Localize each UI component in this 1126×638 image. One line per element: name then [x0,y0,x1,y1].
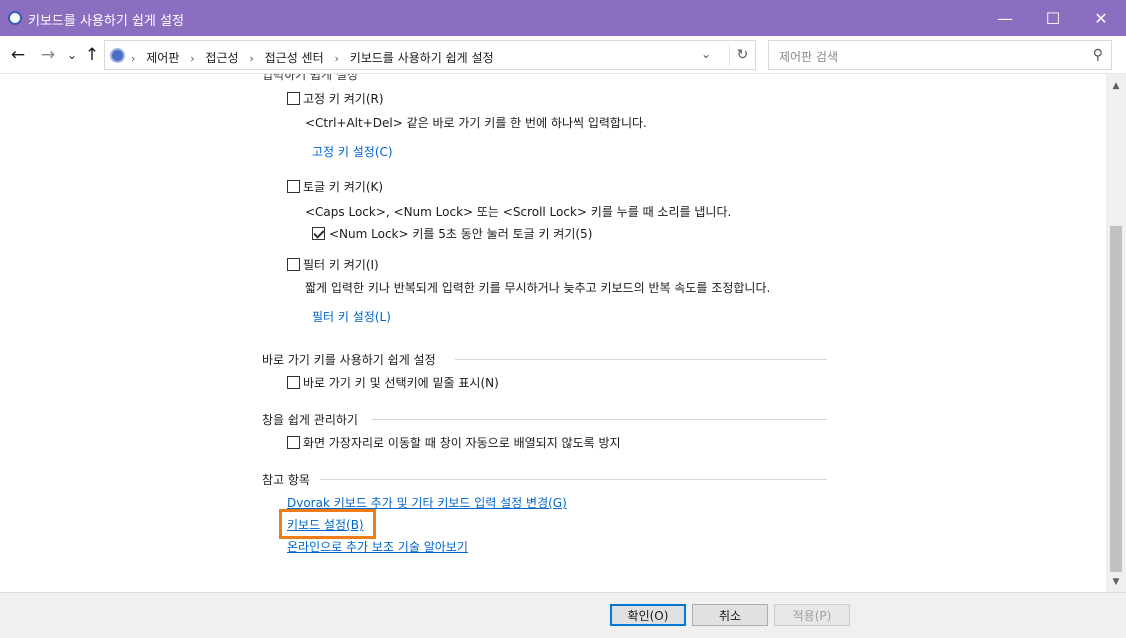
highlight-box [279,509,376,539]
control-panel-icon [110,48,125,63]
toggle-keys-description: <Caps Lock>, <Num Lock> 또는 <Scroll Lock>… [305,205,732,219]
cancel-button[interactable]: 취소 [692,604,768,626]
main-content: 입력하기 쉽게 설정 고정 키 켜기(R) <Ctrl+Alt+Del> 같은 … [0,74,1106,592]
filter-keys-settings-link[interactable]: 필터 키 설정(L) [312,308,391,325]
maximize-button[interactable]: ☐ [1030,0,1076,36]
back-arrow-icon[interactable]: ← [8,45,28,65]
breadcrumb-ease-of-access-center[interactable]: 접근성 센터 [265,51,324,65]
apply-button[interactable]: 적용(P) [774,604,850,626]
prevent-snap-checkbox[interactable] [287,436,300,449]
search-input[interactable]: 제어판 검색 [779,48,838,65]
scrollbar-thumb[interactable] [1110,226,1122,572]
breadcrumb: › 제어판 › 접근성 › 접근성 센터 › 키보드를 사용하기 쉽게 설정 [131,49,501,66]
forward-arrow-icon[interactable]: → [38,45,58,65]
underline-shortcuts-checkbox[interactable] [287,376,300,389]
scroll-up-arrow-icon[interactable]: ▲ [1106,78,1126,94]
section-heading-shortcuts: 바로 가기 키를 사용하기 쉽게 설정 [262,353,436,367]
toggle-keys-checkbox[interactable] [287,180,300,193]
num-lock-toggle-label[interactable]: <Num Lock> 키를 5초 동안 눌러 토글 키 켜기(5) [329,225,592,242]
title-bar: 키보드를 사용하기 쉽게 설정 — ☐ ✕ [0,0,1126,36]
sticky-keys-settings-link[interactable]: 고정 키 설정(C) [312,143,393,160]
section-divider [372,419,827,420]
sticky-keys-label[interactable]: 고정 키 켜기(R) [303,90,384,107]
online-assistive-tech-link[interactable]: 온라인으로 추가 보조 기술 알아보기 [287,538,468,555]
breadcrumb-separator-icon[interactable]: › [131,52,135,65]
address-bar[interactable]: › 제어판 › 접근성 › 접근성 센터 › 키보드를 사용하기 쉽게 설정 ⌄… [104,40,756,70]
section-heading-typing: 입력하기 쉽게 설정 [262,74,358,82]
up-arrow-icon[interactable]: ↑ [82,45,102,65]
ok-button[interactable]: 확인(O) [610,604,686,626]
breadcrumb-separator-icon[interactable]: › [190,52,194,65]
section-heading-see-also: 참고 항목 [262,473,310,487]
section-divider [455,359,827,360]
refresh-icon[interactable]: ↻ [729,44,755,66]
breadcrumb-separator-icon[interactable]: › [334,52,338,65]
accessibility-app-icon [8,11,22,25]
toggle-keys-label[interactable]: 토글 키 켜기(K) [303,178,383,195]
filter-keys-description: 짧게 입력한 키나 반복되게 입력한 키를 무시하거나 늦추고 키보드의 반복 … [305,281,771,295]
dialog-footer: 확인(O) 취소 적용(P) [0,592,1126,638]
recent-locations-chevron-icon[interactable]: ⌄ [62,45,82,65]
search-icon[interactable]: ⚲ [1093,47,1103,63]
section-heading-windows: 창을 쉽게 관리하기 [262,413,358,427]
navigation-bar: ← → ⌄ ↑ › 제어판 › 접근성 › 접근성 센터 › 키보드를 사용하기… [0,36,1126,74]
breadcrumb-keyboard-settings[interactable]: 키보드를 사용하기 쉽게 설정 [350,51,494,65]
filter-keys-checkbox[interactable] [287,258,300,271]
filter-keys-label[interactable]: 필터 키 켜기(I) [303,256,379,273]
breadcrumb-accessibility[interactable]: 접근성 [205,51,238,65]
search-box[interactable]: 제어판 검색 ⚲ [768,40,1112,70]
window-title: 키보드를 사용하기 쉽게 설정 [28,14,184,29]
close-button[interactable]: ✕ [1078,0,1124,36]
num-lock-toggle-checkbox[interactable] [312,227,325,240]
breadcrumb-separator-icon[interactable]: › [249,52,253,65]
underline-shortcuts-label[interactable]: 바로 가기 키 및 선택키에 밑줄 표시(N) [303,374,499,391]
scroll-down-arrow-icon[interactable]: ▼ [1106,574,1126,590]
sticky-keys-checkbox[interactable] [287,92,300,105]
prevent-snap-label[interactable]: 화면 가장자리로 이동할 때 창이 자동으로 배열되지 않도록 방지 [303,434,621,451]
minimize-button[interactable]: — [982,0,1028,36]
sticky-keys-description: <Ctrl+Alt+Del> 같은 바로 가기 키를 한 번에 하나씩 입력합니… [305,116,647,130]
section-divider [320,479,827,480]
breadcrumb-control-panel[interactable]: 제어판 [146,51,179,65]
address-dropdown-chevron-icon[interactable]: ⌄ [701,47,711,61]
vertical-scrollbar[interactable]: ▲ ▼ [1106,74,1126,592]
